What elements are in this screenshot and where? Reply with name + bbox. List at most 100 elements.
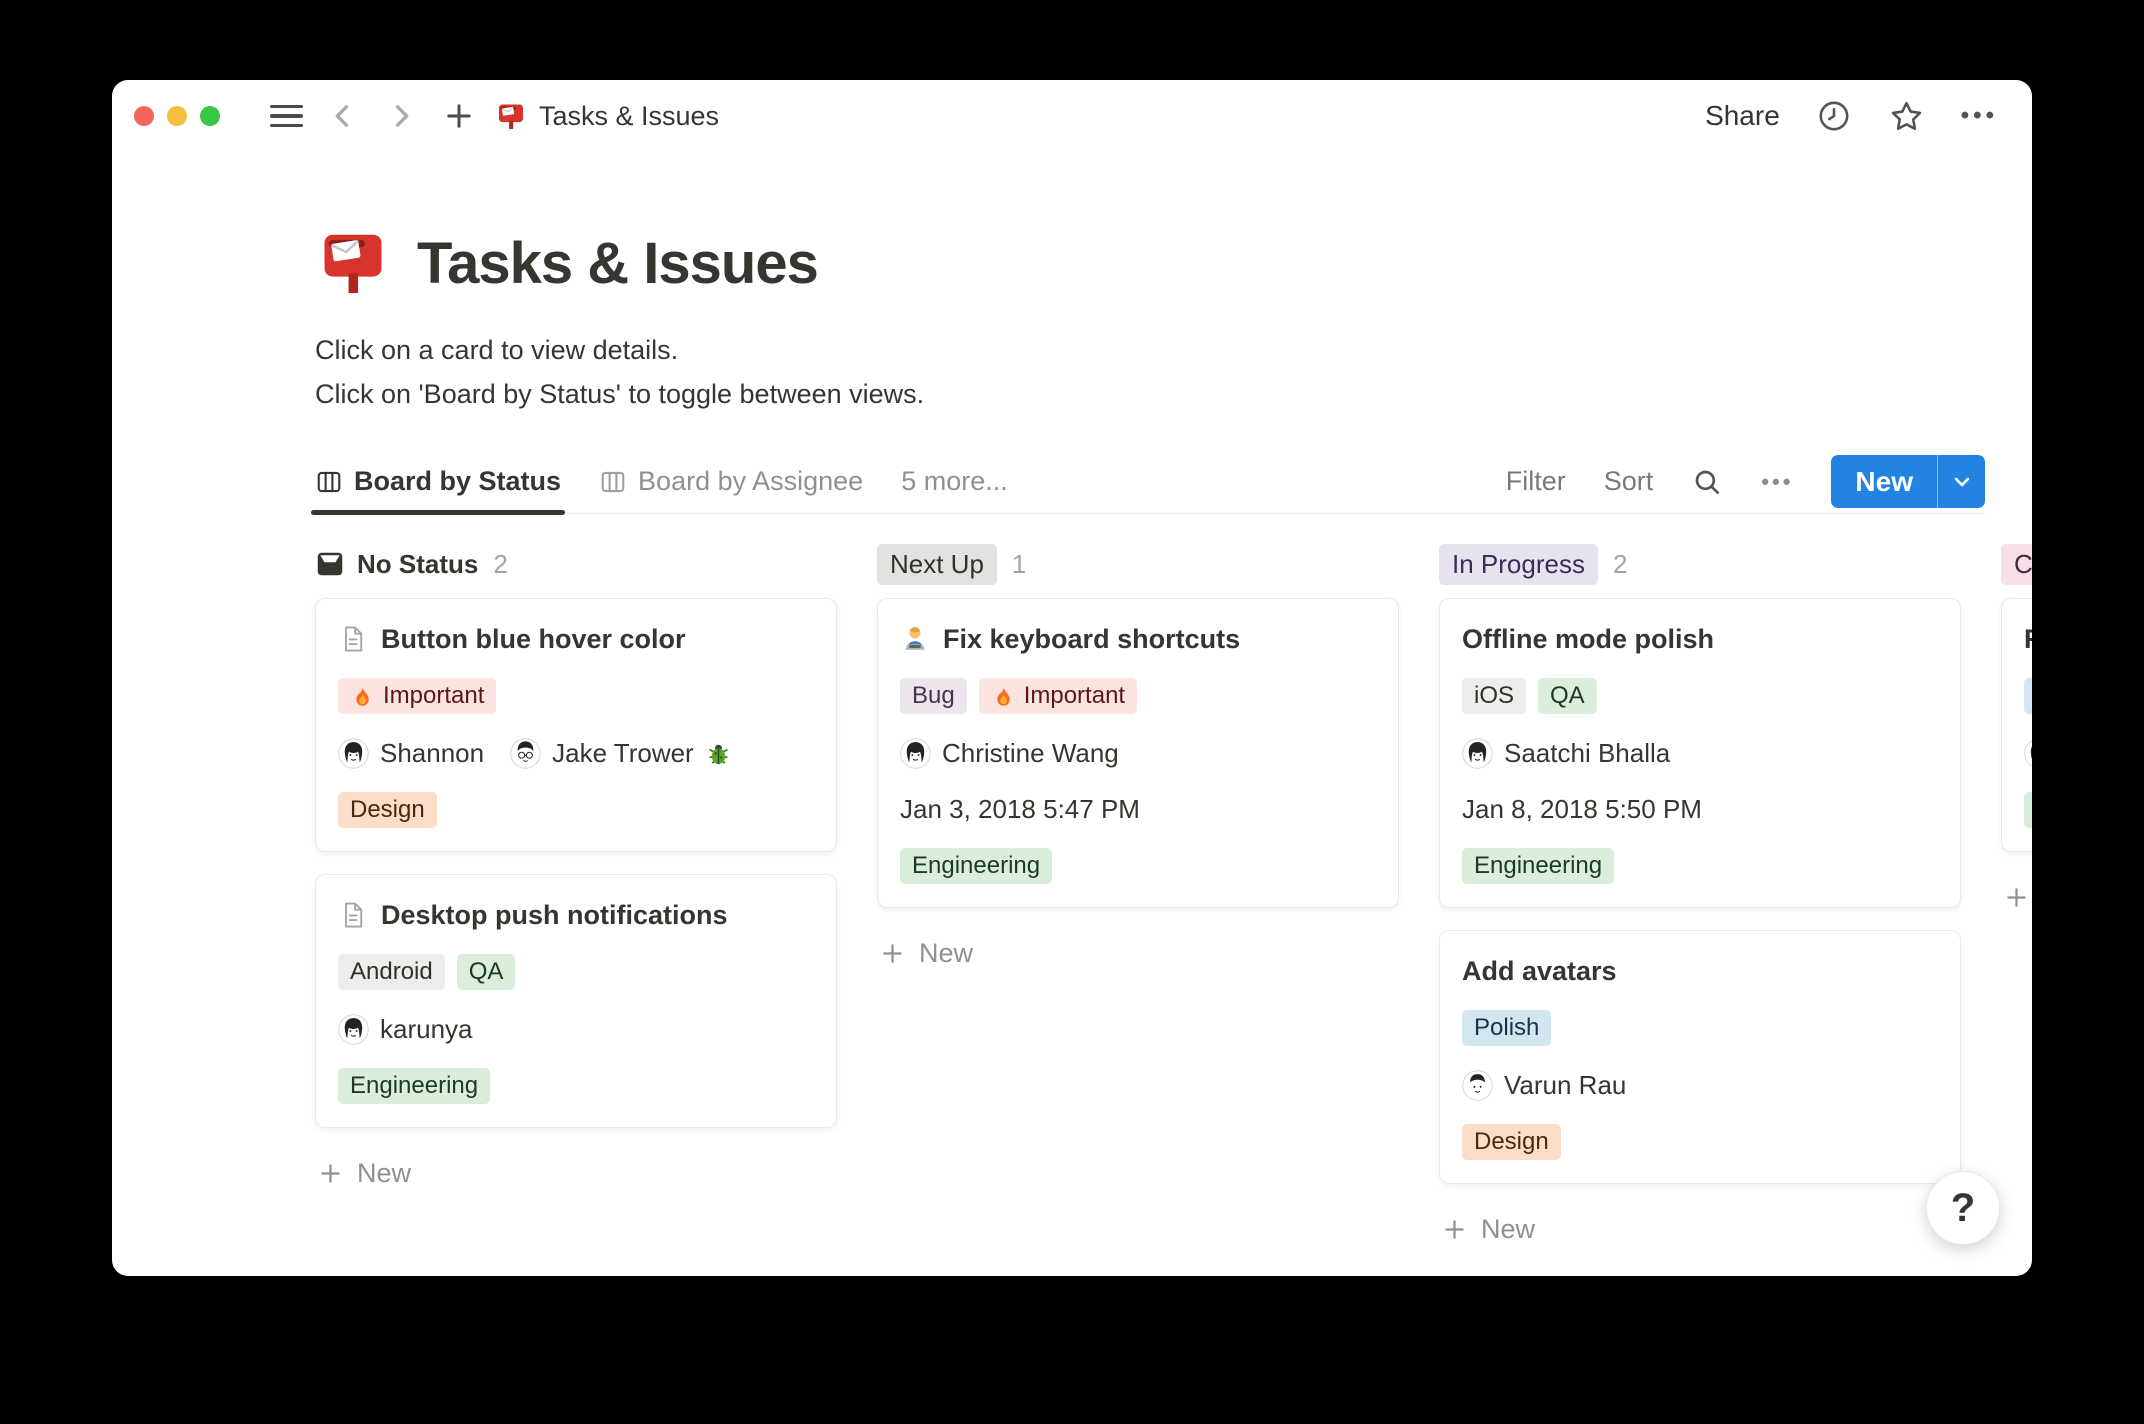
- tag-label: Design: [1474, 1128, 1549, 1155]
- card-assignees: [2024, 735, 2032, 771]
- tag-label: Important: [383, 682, 485, 709]
- clock-icon[interactable]: [1816, 98, 1852, 134]
- card-tags: Android QA: [338, 953, 814, 991]
- assignee-name: Shannon: [380, 737, 485, 768]
- add-card-button[interactable]: New: [877, 930, 1399, 977]
- new-page-button[interactable]: [441, 98, 477, 134]
- assignee: Varun Rau: [1462, 1070, 1626, 1101]
- card-assignees: Christine Wang: [900, 735, 1376, 771]
- card-title-row: Offline mode polish: [1462, 621, 1938, 657]
- close-button[interactable]: [134, 106, 154, 126]
- woman-long-hair-avatar: [338, 1013, 369, 1045]
- page-header: Tasks & Issues: [315, 216, 2032, 300]
- column-title: No Status: [357, 548, 479, 579]
- zoom-button[interactable]: [200, 106, 220, 126]
- add-card-button[interactable]: New: [1439, 1206, 1961, 1253]
- tag-design: Design: [1462, 1124, 1561, 1160]
- card-tags: Bug Important: [900, 677, 1376, 715]
- assignee: karunya: [338, 1014, 473, 1045]
- tag-label: Engineering: [1474, 852, 1603, 879]
- fire-icon: [991, 684, 1016, 709]
- kanban-card[interactable]: Button blue hover color Important Shannon J…: [315, 598, 837, 852]
- column-title-pill: In Progress: [1439, 543, 1598, 585]
- page-title: Tasks & Issues: [417, 231, 819, 296]
- woman-long-hair-avatar: [1462, 737, 1493, 769]
- add-card-label: New: [357, 1158, 412, 1188]
- woman-long-hair-avatar: [900, 737, 931, 769]
- search-icon[interactable]: [1691, 466, 1723, 498]
- page-icon: [338, 624, 368, 654]
- card-tags: iOS QA: [1462, 677, 1938, 715]
- plus-icon: [1441, 1216, 1468, 1243]
- column-header-no-status[interactable]: No Status 2: [315, 540, 837, 588]
- window-controls: [134, 106, 220, 126]
- star-icon[interactable]: [1888, 98, 1925, 135]
- column-header-next-up[interactable]: Next Up 1: [877, 540, 1399, 588]
- kanban-card[interactable]: Offline mode polish iOS QA Saatchi Bhalla Ja…: [1439, 598, 1961, 908]
- tag-label: Bug: [912, 682, 955, 709]
- sort-button[interactable]: Sort: [1604, 466, 1654, 497]
- tag-qa: QA: [1538, 678, 1597, 714]
- tag-label: Design: [350, 796, 425, 823]
- card-title: Re: [2024, 624, 2032, 655]
- window-topbar: Tasks & Issues Share •••: [112, 80, 2032, 152]
- board-column-clipped-column: C Re P E New: [2001, 540, 2032, 921]
- minimize-button[interactable]: [167, 106, 187, 126]
- tag-polish: Polish: [1462, 1010, 1552, 1046]
- breadcrumb-title: Tasks & Issues: [539, 100, 720, 131]
- add-card-button[interactable]: New: [2001, 874, 2032, 921]
- tag-bug: Bug: [900, 678, 967, 714]
- tag-ios: iOS: [1462, 678, 1527, 714]
- page-mailbox-icon[interactable]: [315, 224, 391, 300]
- tag-p: P: [2024, 678, 2032, 714]
- card-title-row: Add avatars: [1462, 953, 1938, 989]
- more-options-icon[interactable]: •••: [1961, 102, 1998, 130]
- sidebar-menu-icon[interactable]: [270, 104, 303, 128]
- add-card-label: New: [1481, 1214, 1536, 1244]
- kanban-card[interactable]: Re P E: [2001, 598, 2032, 852]
- card-assignees: Saatchi Bhalla: [1462, 735, 1938, 771]
- app-window: Tasks & Issues Share ••• Tasks & Issues …: [112, 80, 2032, 1276]
- help-button[interactable]: ?: [1926, 1171, 2000, 1245]
- fire-icon: [350, 684, 375, 709]
- tag-engineering: Engineering: [1462, 848, 1615, 884]
- tag-android: Android: [338, 954, 445, 990]
- woman-long-hair-avatar: [2024, 738, 2032, 769]
- add-card-label: New: [919, 938, 974, 968]
- chevron-down-icon[interactable]: [1937, 455, 1985, 508]
- tag-label: Engineering: [350, 1072, 479, 1099]
- assignee: Saatchi Bhalla: [1462, 738, 1670, 769]
- card-date: Jan 3, 2018 5:47 PM: [900, 793, 1140, 824]
- kanban-card[interactable]: Fix keyboard shortcuts Bug Important Christ…: [877, 598, 1399, 908]
- card-title: Fix keyboard shortcuts: [943, 623, 1241, 654]
- card-assignees: karunya: [338, 1011, 814, 1047]
- kanban-board: No Status 2 Button blue hover color Importa…: [315, 540, 2032, 1253]
- card-bottom-tags: E: [2024, 791, 2032, 829]
- new-button-label[interactable]: New: [1831, 455, 1937, 508]
- tab-board-by-assignee[interactable]: Board by Assignee: [599, 450, 863, 513]
- column-header-in-progress[interactable]: In Progress 2: [1439, 540, 1961, 588]
- technologist-icon: [900, 624, 930, 654]
- kanban-card[interactable]: Add avatars Polish Varun Rau Design: [1439, 930, 1961, 1184]
- kanban-card[interactable]: Desktop push notifications Android QA karun…: [315, 874, 837, 1128]
- share-button[interactable]: Share: [1705, 100, 1780, 132]
- view-options-icon[interactable]: •••: [1761, 469, 1793, 495]
- new-button[interactable]: New: [1831, 455, 1985, 508]
- filter-button[interactable]: Filter: [1506, 466, 1566, 497]
- tag-design: Design: [338, 792, 437, 828]
- board-icon: [599, 468, 627, 496]
- man-glasses-avatar: [510, 737, 541, 769]
- mailbox-icon: [495, 100, 527, 132]
- card-title: Button blue hover color: [381, 623, 686, 654]
- page-description: Click on a card to view details. Click o…: [315, 328, 2032, 416]
- column-header-clipped-column[interactable]: C: [2001, 540, 2032, 588]
- breadcrumb[interactable]: Tasks & Issues: [495, 100, 719, 132]
- description-line: Click on a card to view details.: [315, 335, 679, 365]
- more-views-button[interactable]: 5 more...: [901, 466, 1008, 497]
- tab-board-by-status[interactable]: Board by Status: [310, 450, 566, 515]
- add-card-button[interactable]: New: [315, 1150, 837, 1197]
- board-column-next-up: Next Up 1 Fix keyboard shortcuts Bug Importa…: [877, 540, 1399, 977]
- column-title-pill: C: [2001, 543, 2032, 585]
- forward-button[interactable]: [383, 98, 419, 134]
- back-button[interactable]: [325, 98, 361, 134]
